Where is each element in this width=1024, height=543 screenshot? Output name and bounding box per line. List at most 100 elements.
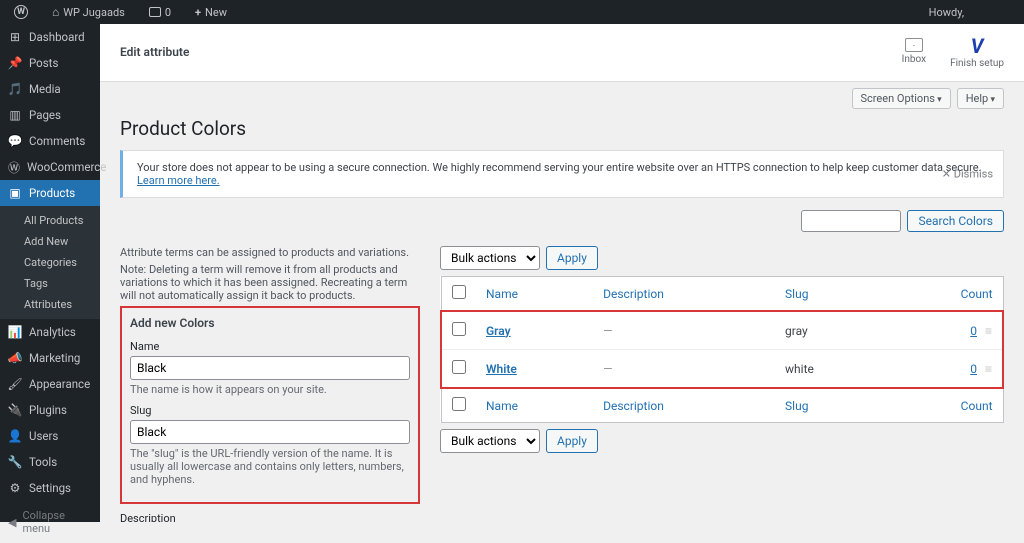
submenu-add-new[interactable]: Add New bbox=[0, 231, 100, 252]
term-slug: gray bbox=[775, 311, 885, 350]
col-desc[interactable]: Description bbox=[593, 277, 775, 312]
row-checkbox[interactable] bbox=[452, 360, 466, 374]
comment-icon: 💬 bbox=[8, 134, 22, 148]
term-count-link[interactable]: 0 bbox=[970, 324, 977, 338]
comments-link[interactable]: 0 bbox=[143, 6, 177, 19]
sidebar-item-marketing[interactable]: 📣 Marketing bbox=[0, 345, 100, 371]
wp-logo[interactable]: W bbox=[8, 5, 34, 19]
slug-input[interactable] bbox=[130, 420, 410, 444]
sort-icon[interactable]: ≡ bbox=[985, 362, 992, 376]
term-desc: — bbox=[603, 362, 612, 376]
help-button[interactable]: Help bbox=[957, 88, 1004, 109]
collapse-icon: ◀ bbox=[8, 516, 16, 529]
table-row: White — white 0 ≡ bbox=[441, 350, 1003, 389]
plus-icon: + bbox=[195, 6, 201, 19]
slug-hint: The "slug" is the URL-friendly version o… bbox=[130, 447, 410, 486]
sidebar-item-label: Users bbox=[29, 429, 58, 443]
new-link[interactable]: +New bbox=[189, 6, 233, 19]
select-all-bottom[interactable] bbox=[452, 397, 466, 411]
site-name: WP Jugaads bbox=[63, 6, 125, 19]
fcol-name[interactable]: Name bbox=[476, 388, 593, 423]
header-title: Edit attribute bbox=[120, 45, 189, 59]
term-slug: white bbox=[775, 350, 885, 389]
name-input[interactable] bbox=[130, 356, 410, 380]
sidebar-item-comments[interactable]: 💬 Comments bbox=[0, 128, 100, 154]
search-input[interactable] bbox=[801, 210, 901, 232]
col-count[interactable]: Count bbox=[885, 277, 1003, 312]
site-link[interactable]: ⌂ WP Jugaads bbox=[46, 5, 131, 19]
sidebar-item-posts[interactable]: 📌Posts bbox=[0, 50, 100, 76]
plugins-icon: 🔌 bbox=[8, 403, 22, 417]
howdy-link[interactable]: Howdy, bbox=[929, 6, 1024, 19]
comment-count: 0 bbox=[165, 6, 171, 19]
collapse-menu[interactable]: ◀Collapse menu bbox=[0, 501, 100, 543]
pin-icon: 📌 bbox=[8, 56, 22, 70]
name-label: Name bbox=[130, 340, 410, 353]
fcol-slug[interactable]: Slug bbox=[775, 388, 885, 423]
submenu-categories[interactable]: Categories bbox=[0, 252, 100, 273]
term-desc: — bbox=[603, 324, 612, 338]
select-all-top[interactable] bbox=[452, 285, 466, 299]
sidebar-item-appearance[interactable]: 🖌Appearance bbox=[0, 371, 100, 397]
dismiss-notice-button[interactable]: ✕ Dismiss bbox=[942, 168, 993, 181]
home-icon: ⌂ bbox=[52, 5, 59, 19]
table-row: Gray — gray 0 ≡ bbox=[441, 311, 1003, 350]
desc-label: Description bbox=[120, 512, 420, 522]
add-colors-box: Add new Colors Name The name is how it a… bbox=[120, 306, 420, 504]
submenu-tags[interactable]: Tags bbox=[0, 273, 100, 294]
sidebar-item-woocommerce[interactable]: ⓌWooCommerce bbox=[0, 154, 100, 180]
settings-icon: ⚙ bbox=[8, 481, 22, 495]
finish-setup-link[interactable]: V Finish setup bbox=[950, 34, 1004, 69]
inbox-link[interactable]: Inbox bbox=[902, 38, 926, 65]
sidebar-item-settings[interactable]: ⚙ Settings bbox=[0, 475, 100, 501]
sidebar-item-label: WooCommerce bbox=[27, 160, 106, 174]
col-name[interactable]: Name bbox=[476, 277, 593, 312]
apply-button-top[interactable]: Apply bbox=[546, 246, 598, 270]
slug-label: Slug bbox=[130, 404, 410, 417]
screen-options-button[interactable]: Screen Options bbox=[852, 88, 951, 109]
sidebar-item-dashboard[interactable]: ⊞Dashboard bbox=[0, 24, 100, 50]
https-notice: Your store does not appear to be using a… bbox=[120, 150, 1004, 198]
submenu-attributes[interactable]: Attributes bbox=[0, 294, 100, 315]
admin-topbar: W ⌂ WP Jugaads 0 +New Howdy, bbox=[0, 0, 1024, 24]
sidebar-item-label: Analytics bbox=[29, 325, 76, 339]
sidebar-item-pages[interactable]: ▥Pages bbox=[0, 102, 100, 128]
sidebar-item-label: Settings bbox=[29, 481, 71, 495]
term-name-link[interactable]: White bbox=[486, 362, 517, 376]
fcol-count[interactable]: Count bbox=[885, 388, 1003, 423]
bulk-actions-select-bottom[interactable]: Bulk actions bbox=[440, 429, 540, 453]
setup-logo-icon: V bbox=[950, 34, 1004, 58]
sidebar-item-users[interactable]: 👤Users bbox=[0, 423, 100, 449]
sidebar-item-label: Products bbox=[29, 186, 75, 200]
marketing-icon: 📣 bbox=[8, 351, 22, 365]
apply-button-bottom[interactable]: Apply bbox=[546, 429, 598, 453]
col-slug[interactable]: Slug bbox=[775, 277, 885, 312]
howdy-text: Howdy, bbox=[929, 6, 964, 19]
sidebar-item-tools[interactable]: 🔧Tools bbox=[0, 449, 100, 475]
submenu-all-products[interactable]: All Products bbox=[0, 210, 100, 231]
sort-icon[interactable]: ≡ bbox=[985, 324, 992, 338]
finish-setup-label: Finish setup bbox=[950, 58, 1004, 69]
fcol-desc[interactable]: Description bbox=[593, 388, 775, 423]
sidebar-item-media[interactable]: 🎵Media bbox=[0, 76, 100, 102]
sidebar-item-analytics[interactable]: 📊Analytics bbox=[0, 319, 100, 345]
sidebar-item-label: Appearance bbox=[29, 377, 90, 391]
inbox-label: Inbox bbox=[902, 54, 926, 65]
products-icon: ▣ bbox=[8, 186, 22, 200]
notice-link[interactable]: Learn more here. bbox=[137, 174, 220, 187]
products-submenu: All ProductsAdd NewCategoriesTagsAttribu… bbox=[0, 206, 100, 319]
sidebar-item-label: Comments bbox=[29, 134, 85, 148]
sidebar-item-label: Pages bbox=[29, 108, 61, 122]
row-checkbox[interactable] bbox=[452, 322, 466, 336]
sidebar-item-plugins[interactable]: 🔌Plugins bbox=[0, 397, 100, 423]
inbox-icon bbox=[905, 38, 923, 52]
bulk-actions-select-top[interactable]: Bulk actions bbox=[440, 246, 540, 270]
term-name-link[interactable]: Gray bbox=[486, 324, 511, 338]
sidebar-item-label: Marketing bbox=[29, 351, 80, 365]
tools-icon: 🔧 bbox=[8, 455, 22, 469]
woo-icon: Ⓦ bbox=[8, 160, 20, 174]
sidebar-item-products[interactable]: ▣ Products bbox=[0, 180, 100, 206]
add-box-title: Add new Colors bbox=[130, 316, 410, 330]
term-count-link[interactable]: 0 bbox=[970, 362, 977, 376]
search-button[interactable]: Search Colors bbox=[907, 210, 1004, 232]
